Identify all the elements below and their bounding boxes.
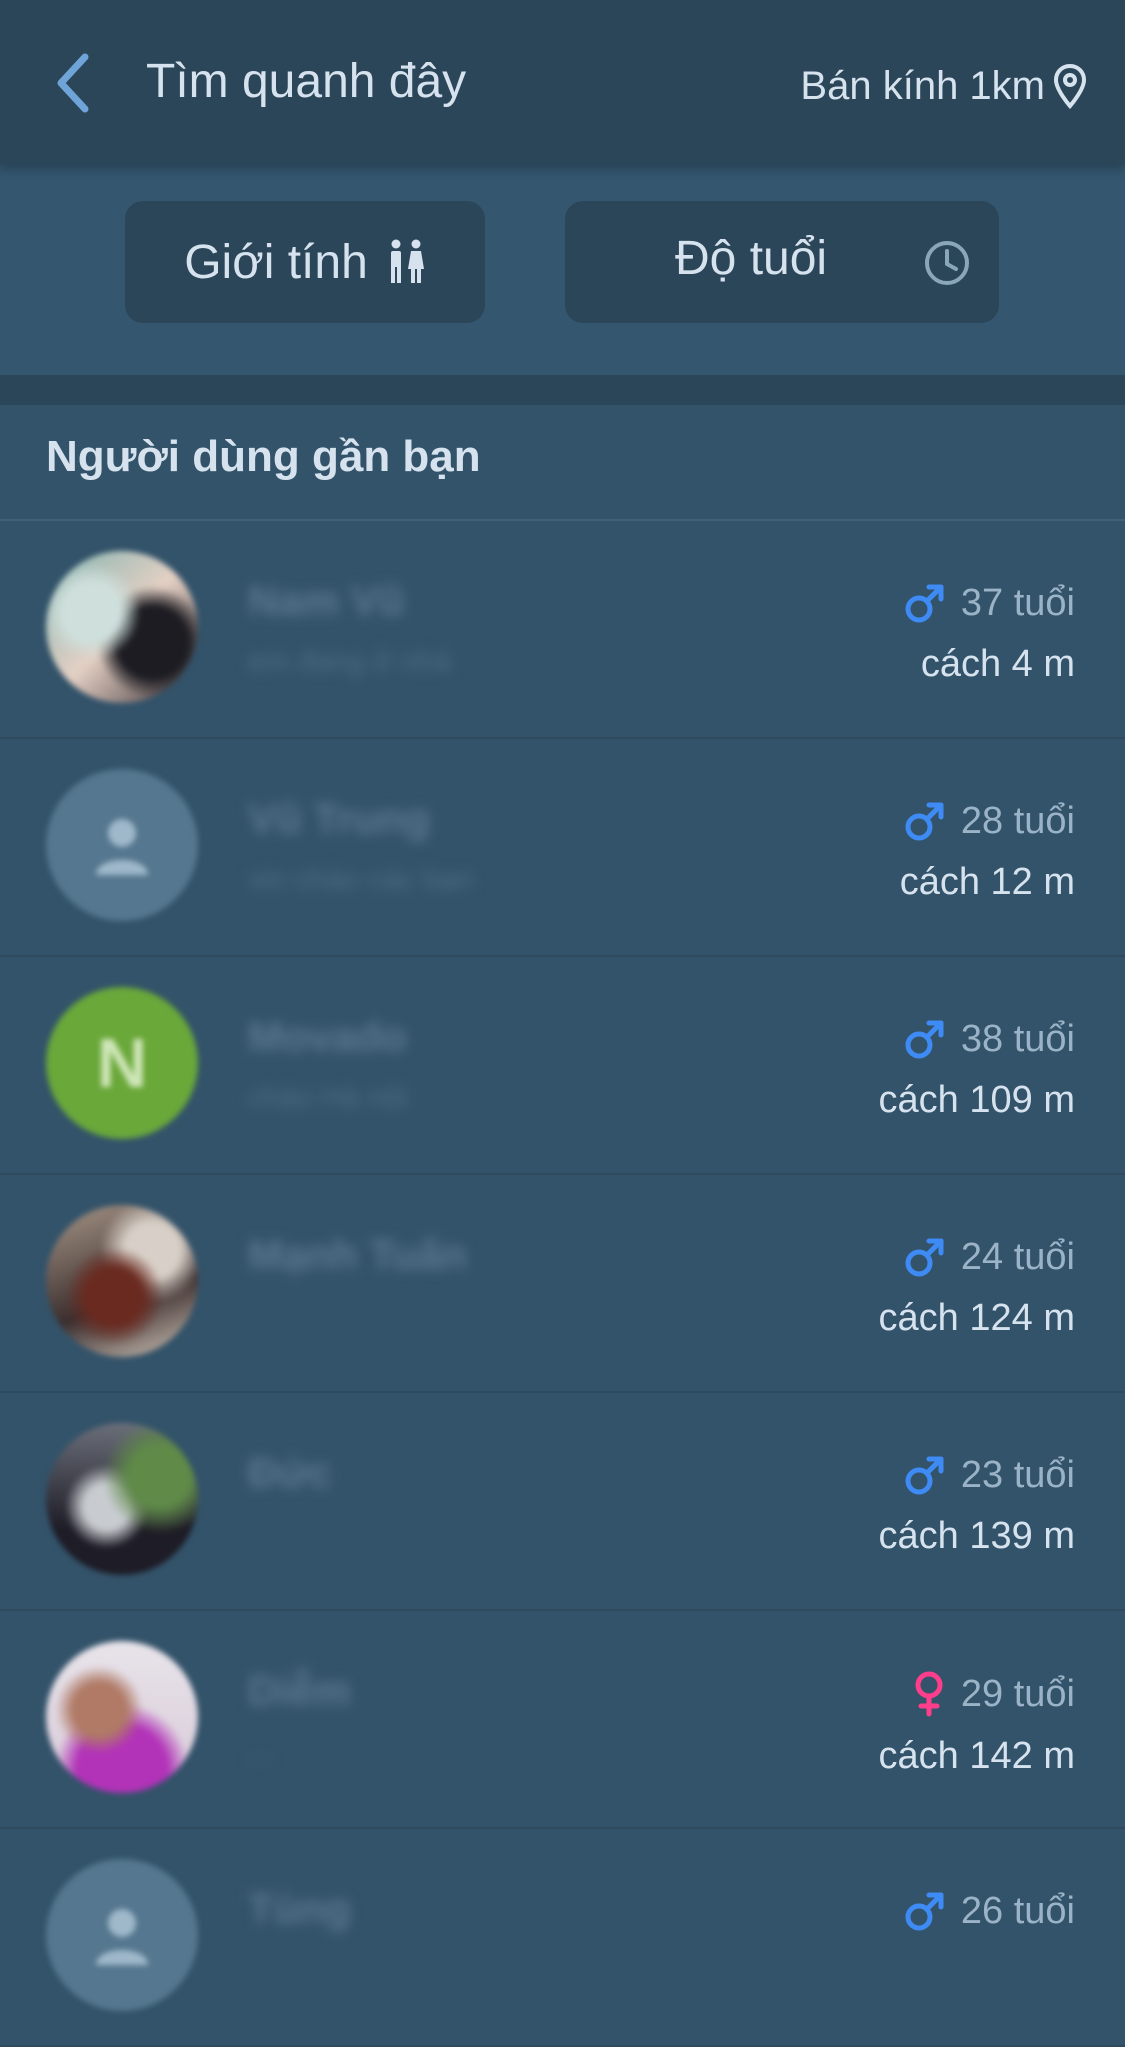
user-age: 28 tuổi: [960, 799, 1075, 842]
filter-bar: Giới tính Độ tuổi: [0, 165, 1125, 375]
location-pin-icon: [1053, 63, 1087, 109]
user-meta: 37 tuổi cách 4 m: [903, 581, 1075, 686]
avatar: [46, 1423, 198, 1575]
user-status: em đang ở nhà: [248, 645, 452, 678]
list-item[interactable]: Vũ Trung xin chào các bạn 28 tuổi cách 1…: [0, 739, 1125, 957]
gender-filter-button[interactable]: Giới tính: [125, 201, 485, 323]
user-meta: 38 tuổi cách 109 m: [879, 1017, 1075, 1122]
avatar: [46, 1205, 198, 1357]
user-distance: cách 142 m: [878, 1735, 1075, 1777]
user-age: 26 tuổi: [960, 1889, 1075, 1932]
user-name: Vũ Trung: [248, 795, 430, 842]
user-distance: cách 109 m: [878, 1079, 1075, 1121]
gender-icon: [390, 239, 424, 283]
male-icon: [905, 1238, 944, 1277]
list-item[interactable]: N Movado chào Hà nội 38 tuổi cách 109 m: [0, 957, 1125, 1175]
age-filter-label: Độ tuổi: [675, 232, 828, 285]
list-item[interactable]: Nam Vũ em đang ở nhà 37 tuổi cách 4 m: [0, 521, 1125, 739]
user-name: Tùng: [248, 1885, 351, 1932]
male-icon: [905, 1020, 944, 1059]
avatar: [46, 769, 198, 921]
user-name: Diễm: [248, 1667, 351, 1714]
radius-selector[interactable]: Bán kính 1km: [800, 58, 1087, 114]
user-name: Mạnh Tuấn: [248, 1231, 467, 1278]
user-meta: 28 tuổi cách 12 m: [900, 799, 1075, 904]
user-distance: cách 12 m: [899, 861, 1075, 903]
user-distance: cách 124 m: [878, 1297, 1075, 1339]
page-title: Tìm quanh đây: [146, 55, 467, 108]
user-status: chào Hà nội: [248, 1081, 409, 1114]
user-distance: cách 4 m: [920, 643, 1075, 685]
list-item[interactable]: Mạnh Tuấn 24 tuổi cách 124 m: [0, 1175, 1125, 1393]
user-status: xin chào các bạn: [248, 863, 474, 896]
section-divider: [0, 375, 1125, 405]
gender-filter-label: Giới tính: [184, 235, 368, 289]
user-status: ...: [248, 1735, 274, 1768]
male-icon: [905, 1456, 944, 1495]
chevron-left-icon: [57, 53, 89, 113]
user-placeholder-icon: [96, 1909, 148, 1965]
user-meta: 26 tuổi: [903, 1889, 1075, 1933]
user-distance: cách 139 m: [878, 1515, 1075, 1557]
user-age: 37 tuổi: [960, 581, 1075, 624]
user-age: 24 tuổi: [960, 1235, 1075, 1278]
user-name: Movado: [248, 1013, 407, 1060]
user-name: Nam Vũ: [248, 577, 405, 624]
user-age: 29 tuổi: [960, 1672, 1075, 1715]
male-icon: [905, 802, 944, 841]
user-meta: 23 tuổi cách 139 m: [879, 1453, 1075, 1558]
list-item[interactable]: Diễm ... 29 tuổi cách 142 m: [0, 1611, 1125, 1829]
user-age: 23 tuổi: [960, 1453, 1075, 1496]
user-age: 38 tuổi: [960, 1017, 1075, 1060]
radius-label: Bán kính 1km: [800, 63, 1045, 108]
clock-icon: [925, 241, 969, 285]
age-filter-button[interactable]: Độ tuổi: [565, 201, 999, 323]
section-title: Người dùng gần bạn: [46, 432, 481, 481]
male-icon: [905, 1892, 944, 1931]
user-meta: 29 tuổi cách 142 m: [879, 1671, 1075, 1778]
app-header: Tìm quanh đây Bán kính 1km: [0, 0, 1125, 165]
male-icon: [905, 584, 944, 623]
user-placeholder-icon: [96, 819, 148, 875]
female-icon: [915, 1671, 943, 1717]
list-item[interactable]: Đức 23 tuổi cách 139 m: [0, 1393, 1125, 1611]
avatar-letter: N: [96, 1024, 148, 1102]
avatar: [46, 551, 198, 703]
avatar: [46, 1859, 198, 2011]
avatar: [46, 1641, 198, 1793]
user-name: Đức: [248, 1449, 333, 1496]
back-button[interactable]: [48, 48, 98, 118]
list-item[interactable]: Tùng 26 tuổi: [0, 1829, 1125, 2047]
nearby-users-list: Nam Vũ em đang ở nhà 37 tuổi cách 4 m Vũ…: [0, 521, 1125, 2047]
avatar: N: [46, 987, 198, 1139]
user-meta: 24 tuổi cách 124 m: [879, 1235, 1075, 1340]
